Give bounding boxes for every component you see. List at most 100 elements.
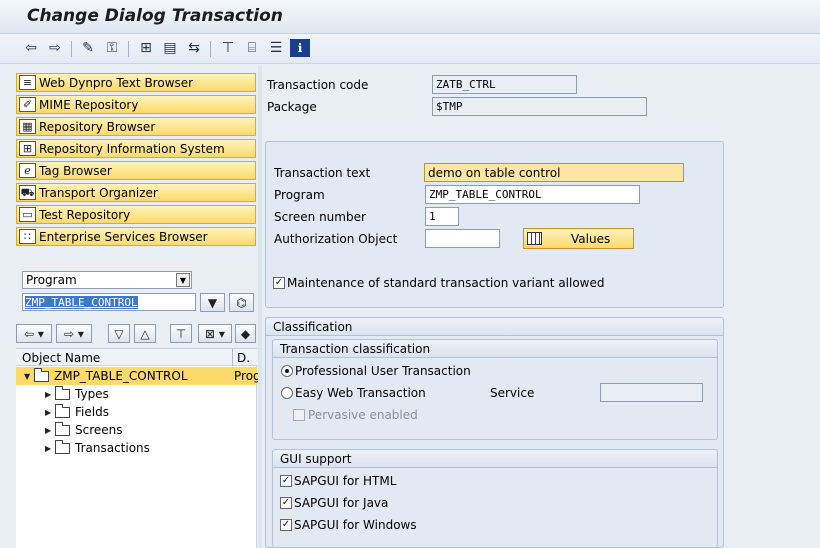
program-label: Program <box>274 188 325 202</box>
tree-hierarchy-button[interactable]: ⊤ <box>170 324 192 343</box>
authorization-object-label: Authorization Object <box>274 232 398 246</box>
transaction-code-label: Transaction code <box>267 78 369 92</box>
values-button[interactable]: Values <box>523 228 634 249</box>
collapse-icon: ▽ <box>114 326 124 341</box>
package-label: Package <box>267 100 317 114</box>
dropdown-button[interactable]: ▼ <box>200 293 225 312</box>
object-list-icon[interactable]: ⊞ <box>136 39 156 57</box>
nav-label: Repository Information System <box>39 141 225 156</box>
repository-icon: ▦ <box>19 119 36 134</box>
nav-repository-information-system[interactable]: ⊞ Repository Information System <box>16 139 256 158</box>
object-type-select[interactable]: Program ▼ <box>22 271 192 289</box>
column-description[interactable]: D. <box>237 351 250 365</box>
sapgui-windows-checkbox[interactable]: ✓ <box>280 519 292 531</box>
details-icon[interactable]: ☰ <box>266 39 286 57</box>
triangle-right-icon[interactable]: ▶ <box>45 444 55 453</box>
glasses-icon: ⌬ <box>236 295 247 310</box>
nav-web-dynpro-text-browser[interactable]: ≡ Web Dynpro Text Browser <box>16 73 256 92</box>
transaction-code-field: ZATB_CTRL <box>432 75 577 94</box>
tree-node-root[interactable]: ▼ ZMP_TABLE_CONTROL Prog <box>16 367 261 385</box>
sapgui-html-checkbox[interactable]: ✓ <box>280 475 292 487</box>
back-icon[interactable]: ⇦ <box>21 39 41 57</box>
column-object-name[interactable]: Object Name <box>22 351 100 365</box>
transaction-text-input[interactable]: demo on table control <box>424 163 684 182</box>
tree-collapse-button[interactable]: ▽ <box>108 324 130 343</box>
title-bar: Change Dialog Transaction <box>0 0 820 34</box>
where-used-icon[interactable]: ⇆ <box>184 39 204 57</box>
nav-transport-organizer[interactable]: ⛟ Transport Organizer <box>16 183 256 202</box>
object-name-value: ZMP_TABLE_CONTROL <box>25 295 138 309</box>
pervasive-label: Pervasive enabled <box>308 408 418 422</box>
chevron-down-icon[interactable]: ▼ <box>176 273 190 287</box>
display-change-icon[interactable]: ✎ <box>78 39 98 57</box>
active-inactive-icon[interactable]: ⚿ <box>102 39 122 57</box>
chevron-down-icon: ▼ <box>207 295 218 310</box>
screen-number-label: Screen number <box>274 210 366 224</box>
info-system-icon: ⊞ <box>19 141 36 156</box>
transaction-classification-title: Transaction classification <box>273 340 717 358</box>
tree-node-transactions[interactable]: ▶ Transactions <box>16 439 257 457</box>
triangle-down-icon[interactable]: ▼ <box>24 372 34 381</box>
tree-forward-button[interactable]: ⇨ ▾ <box>56 324 92 343</box>
toolbar-separator <box>210 41 211 57</box>
tree-node-label: ZMP_TABLE_CONTROL <box>54 369 188 383</box>
nav-test-repository[interactable]: ▭ Test Repository <box>16 205 256 224</box>
tree-expand-button[interactable]: △ <box>134 324 156 343</box>
tree-node-label: Screens <box>75 423 123 437</box>
pane-splitter[interactable] <box>258 66 262 548</box>
maintenance-checkbox[interactable]: ✓ <box>273 277 285 289</box>
service-label: Service <box>490 386 535 400</box>
more-icon: ◆ <box>240 326 251 341</box>
tree-header: Object Name D. <box>16 348 257 366</box>
folder-icon <box>55 421 70 436</box>
object-type-value: Program <box>26 273 77 287</box>
program-input[interactable]: ZMP_TABLE_CONTROL <box>425 185 640 204</box>
display-object-icon[interactable]: ▤ <box>160 39 180 57</box>
package-field: $TMP <box>432 97 647 116</box>
easy-web-radio[interactable] <box>281 387 293 399</box>
print-icon[interactable]: ⌸ <box>242 39 262 57</box>
triangle-right-icon[interactable]: ▶ <box>45 426 55 435</box>
screen-number-input[interactable]: 1 <box>425 207 459 226</box>
sapgui-java-checkbox[interactable]: ✓ <box>280 497 292 509</box>
nav-label: MIME Repository <box>39 97 139 112</box>
tree-node-screens[interactable]: ▶ Screens <box>16 421 257 439</box>
hierarchy-icon[interactable]: ⊤ <box>218 39 238 57</box>
tag-icon: ℯ <box>19 163 36 178</box>
test-icon: ▭ <box>19 207 36 222</box>
application-toolbar: ⇦ ⇨ ✎ ⚿ ⊞ ▤ ⇆ ⊤ ⌸ ☰ ℹ <box>0 34 820 64</box>
nav-label: Repository Browser <box>39 119 156 134</box>
gui-support-title: GUI support <box>273 450 717 468</box>
nav-mime-repository[interactable]: ✐ MIME Repository <box>16 95 256 114</box>
tree-back-button[interactable]: ⇦ ▾ <box>16 324 52 343</box>
professional-user-label: Professional User Transaction <box>295 364 471 378</box>
nav-label: Web Dynpro Text Browser <box>39 75 194 90</box>
pervasive-checkbox <box>293 409 305 421</box>
nav-tag-browser[interactable]: ℯ Tag Browser <box>16 161 256 180</box>
nav-enterprise-services-browser[interactable]: ∷ Enterprise Services Browser <box>16 227 256 246</box>
authorization-object-input[interactable] <box>425 229 500 248</box>
toolbar-separator <box>71 41 72 57</box>
tree-node-desc: Prog <box>234 369 261 383</box>
triangle-right-icon[interactable]: ▶ <box>45 390 55 399</box>
tree-settings-button[interactable]: ⊠ ▾ <box>198 324 232 343</box>
triangle-right-icon[interactable]: ▶ <box>45 408 55 417</box>
object-tree: ▼ ZMP_TABLE_CONTROL Prog ▶ Types ▶ Field… <box>16 366 261 548</box>
truck-icon: ⛟ <box>19 185 36 200</box>
object-name-input[interactable]: ZMP_TABLE_CONTROL <box>22 293 196 311</box>
values-button-label: Values <box>571 231 611 246</box>
display-button[interactable]: ⌬ <box>229 293 254 312</box>
tree-node-types[interactable]: ▶ Types <box>16 385 257 403</box>
tree-node-label: Types <box>75 387 109 401</box>
services-icon: ∷ <box>19 229 36 244</box>
professional-user-radio[interactable] <box>281 365 293 377</box>
window-title: Change Dialog Transaction <box>27 6 283 26</box>
tree-more-button[interactable]: ◆ <box>235 324 256 343</box>
web-dynpro-icon: ≡ <box>19 75 36 90</box>
forward-icon[interactable]: ⇨ <box>45 39 65 57</box>
info-icon[interactable]: ℹ <box>290 39 310 57</box>
nav-label: Transport Organizer <box>39 185 158 200</box>
tree-node-fields[interactable]: ▶ Fields <box>16 403 257 421</box>
nav-repository-browser[interactable]: ▦ Repository Browser <box>16 117 256 136</box>
sapgui-html-label: SAPGUI for HTML <box>294 474 397 488</box>
